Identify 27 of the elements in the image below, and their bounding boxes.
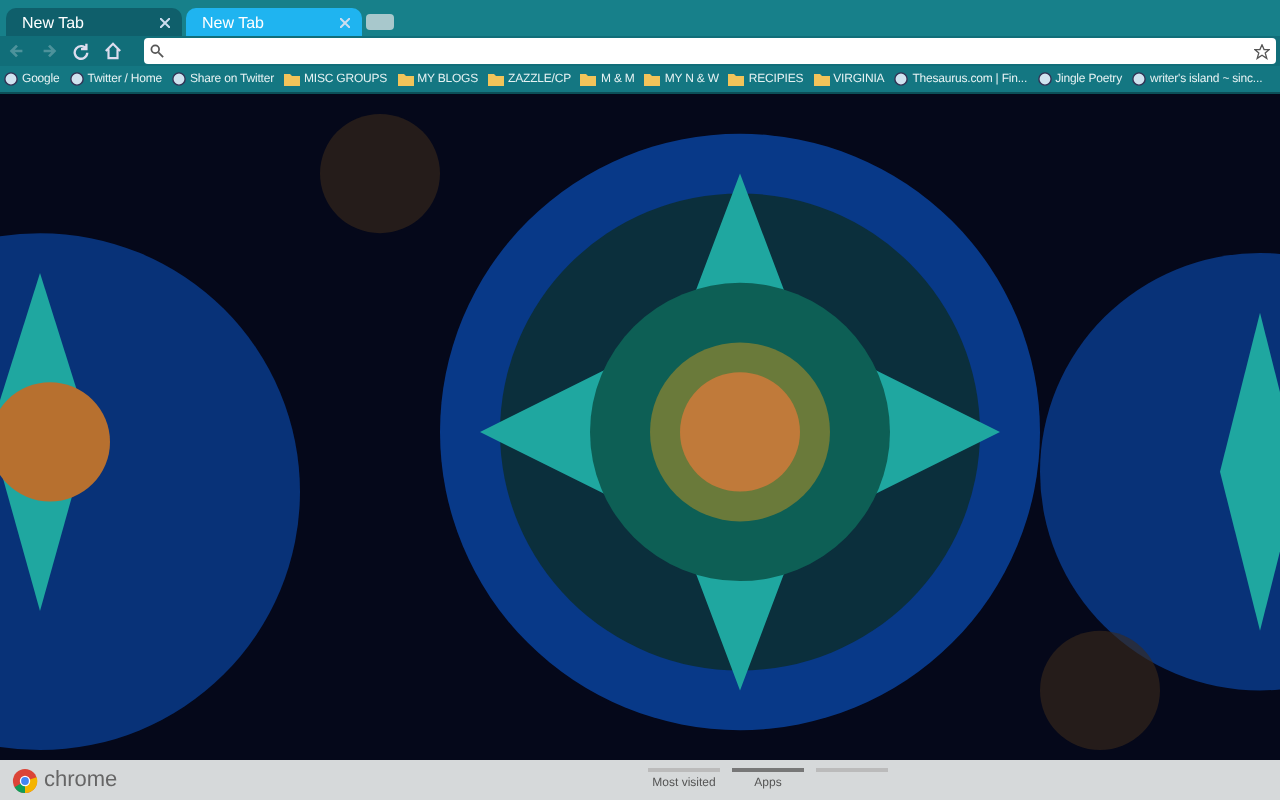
globe-icon bbox=[894, 72, 909, 86]
home-button[interactable] bbox=[100, 39, 124, 63]
folder-icon bbox=[728, 73, 745, 85]
globe-icon bbox=[1131, 72, 1146, 86]
folder-icon bbox=[644, 73, 661, 85]
left-arrow-icon bbox=[7, 42, 25, 60]
new-tab-button[interactable] bbox=[366, 14, 394, 30]
chrome-logo-icon bbox=[12, 767, 38, 793]
reload-button[interactable] bbox=[68, 39, 92, 63]
folder-icon bbox=[488, 73, 505, 85]
globe-icon bbox=[172, 72, 187, 86]
search-icon bbox=[150, 44, 164, 58]
globe-icon bbox=[1037, 72, 1052, 86]
browser-tab[interactable]: New Tab bbox=[6, 8, 182, 36]
reload-icon bbox=[71, 42, 89, 60]
close-icon[interactable] bbox=[160, 17, 170, 27]
folder-icon bbox=[397, 73, 414, 85]
page-indicator[interactable] bbox=[732, 767, 804, 771]
home-icon bbox=[103, 42, 121, 60]
globe-icon bbox=[4, 72, 18, 86]
folder-icon bbox=[813, 73, 830, 85]
right-arrow-icon bbox=[39, 42, 57, 60]
brand-name: chrome bbox=[44, 768, 118, 792]
star-icon[interactable] bbox=[1254, 43, 1270, 59]
globe-icon bbox=[69, 72, 84, 86]
folder-icon bbox=[580, 73, 597, 85]
folder-icon bbox=[284, 73, 301, 85]
